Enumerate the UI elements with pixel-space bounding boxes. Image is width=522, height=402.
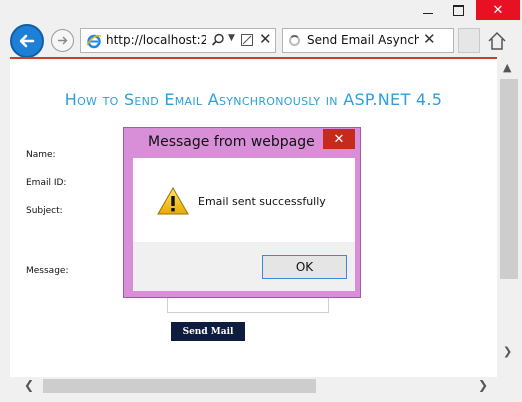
- browser-tab[interactable]: Send Email Asynchron… ✕: [282, 28, 454, 53]
- page-title: How to Send Email Asynchronously in ASP.…: [64, 90, 443, 109]
- ok-button[interactable]: OK: [262, 255, 347, 279]
- compatibility-view-icon[interactable]: [241, 34, 253, 46]
- forward-button[interactable]: [51, 29, 74, 52]
- dialog-close-button[interactable]: ✕: [323, 129, 355, 149]
- new-tab-button[interactable]: [458, 28, 480, 53]
- email-label: Email ID:: [26, 178, 67, 188]
- vertical-scroll-thumb[interactable]: [500, 79, 518, 279]
- scroll-down-icon[interactable]: ❯: [503, 345, 512, 358]
- dialog-body: Email sent successfully OK: [133, 158, 355, 291]
- back-arrow-icon: [19, 34, 35, 48]
- send-mail-button[interactable]: Send Mail: [171, 322, 245, 341]
- message-label: Message:: [26, 266, 69, 276]
- vertical-scrollbar[interactable]: ▲ ❯: [497, 59, 522, 377]
- internet-explorer-icon: [86, 34, 102, 49]
- subject-label: Subject:: [26, 206, 63, 216]
- horizontal-scrollbar[interactable]: ❮ ❯: [10, 377, 497, 395]
- maximize-button[interactable]: [444, 0, 472, 20]
- stop-icon[interactable]: ✕: [259, 30, 272, 48]
- dialog-message-area: Email sent successfully: [133, 158, 355, 242]
- alert-dialog: Message from webpage ✕ Email sent succes…: [123, 127, 361, 298]
- name-label: Name:: [26, 150, 56, 160]
- minimize-icon: [423, 12, 433, 14]
- loading-icon: [289, 35, 300, 46]
- scroll-right-icon[interactable]: ❯: [478, 378, 488, 392]
- maximize-icon: [452, 4, 464, 16]
- tab-close-icon[interactable]: ✕: [423, 30, 436, 48]
- scroll-left-icon[interactable]: ❮: [24, 378, 34, 392]
- warning-icon: [157, 187, 189, 215]
- forward-arrow-icon: [58, 36, 68, 45]
- horizontal-scroll-thumb[interactable]: [43, 379, 316, 393]
- address-url[interactable]: http://localhost:223: [106, 33, 206, 47]
- search-icon[interactable]: [211, 33, 225, 47]
- browser-toolbar: http://localhost:223 ▼ ✕ Send Email Asyn…: [0, 22, 522, 60]
- minimize-button[interactable]: [414, 0, 442, 20]
- dialog-message: Email sent successfully: [198, 195, 326, 208]
- home-icon[interactable]: [486, 30, 508, 52]
- window-close-button[interactable]: ✕: [476, 0, 520, 20]
- tab-title: Send Email Asynchron…: [307, 33, 419, 47]
- window-titlebar: ✕: [0, 0, 522, 22]
- scroll-up-icon[interactable]: ▲: [503, 61, 511, 74]
- back-button[interactable]: [10, 24, 44, 58]
- dropdown-icon[interactable]: ▼: [228, 33, 235, 43]
- address-bar[interactable]: http://localhost:223 ▼ ✕: [80, 28, 276, 53]
- dialog-title: Message from webpage: [148, 134, 315, 150]
- close-icon: ✕: [492, 2, 504, 18]
